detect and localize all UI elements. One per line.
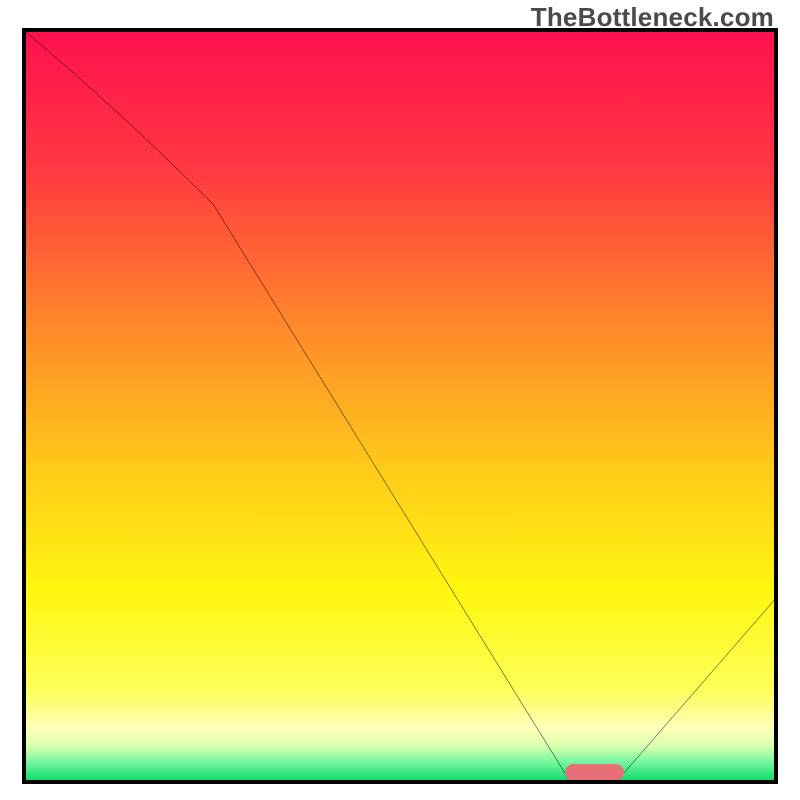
optimal-range-marker (565, 764, 625, 782)
plot-area (22, 28, 778, 784)
bottleneck-curve (26, 32, 774, 773)
chart-root: TheBottleneck.com (0, 0, 800, 800)
curve-layer (26, 32, 774, 780)
